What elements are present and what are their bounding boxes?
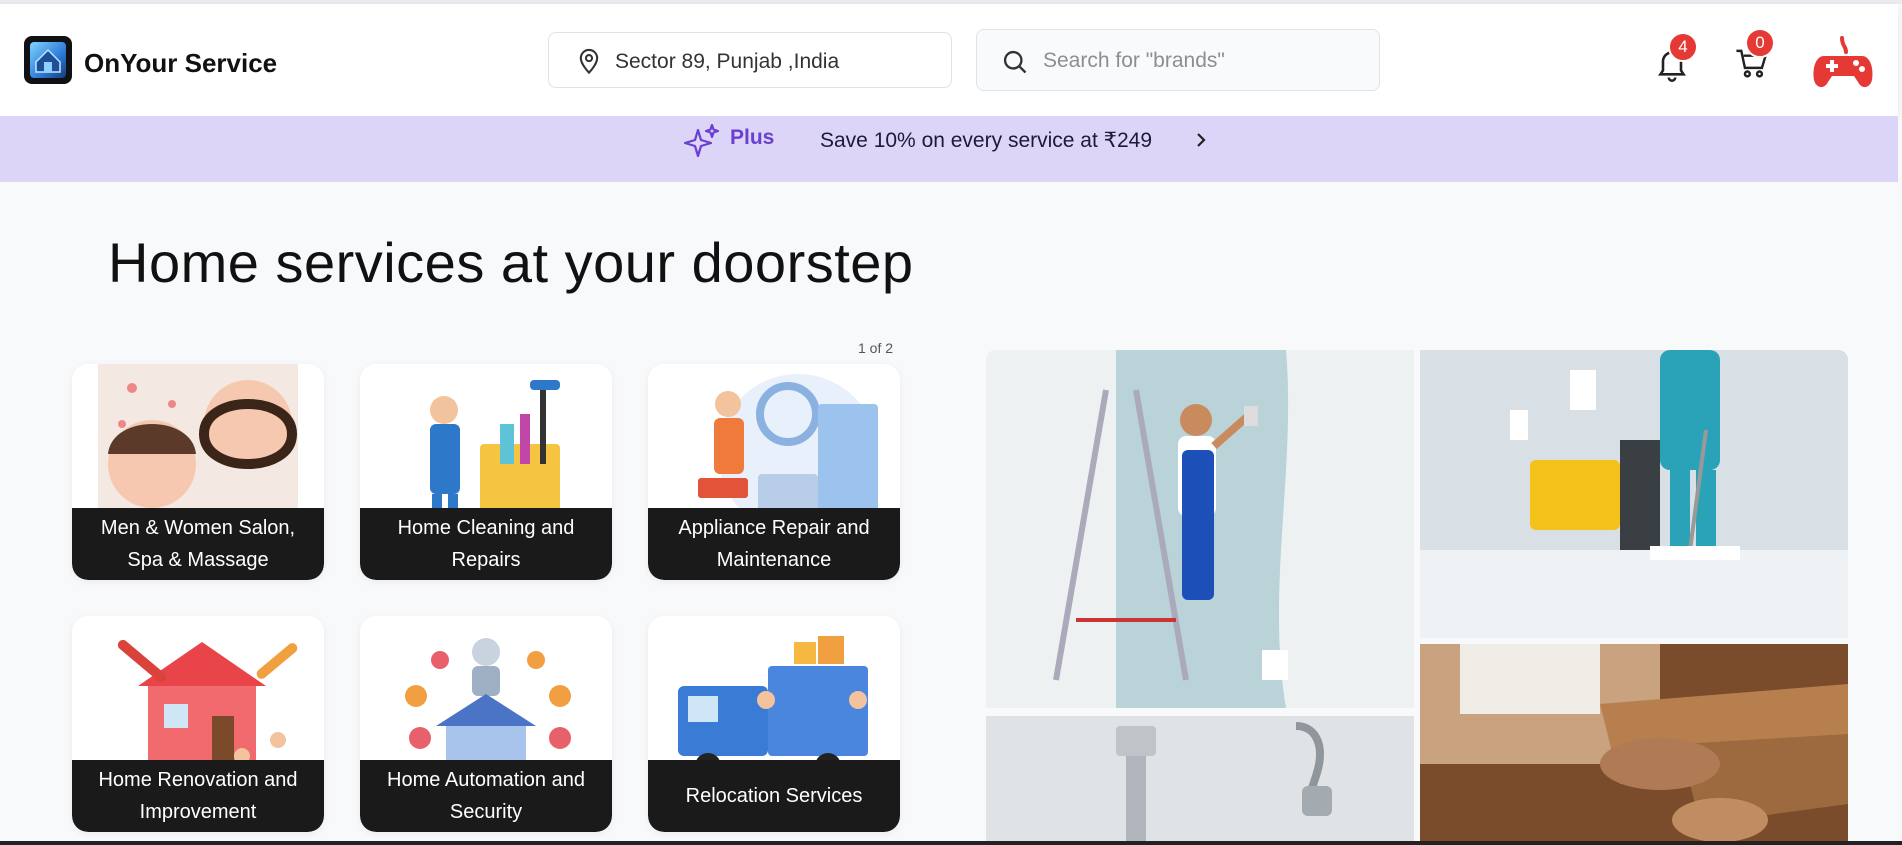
category-label: Home Renovation and Improvement xyxy=(72,760,324,832)
notification-count-badge: 4 xyxy=(1668,32,1698,62)
page-title: Home services at your doorstep xyxy=(108,231,914,294)
sparkle-icon xyxy=(683,123,720,158)
cleaner-photo[interactable] xyxy=(1420,350,1848,638)
search-input[interactable] xyxy=(1043,44,1363,78)
bottom-border xyxy=(0,841,1902,845)
search-box[interactable] xyxy=(976,29,1380,91)
chevron-right-icon[interactable] xyxy=(1190,128,1212,152)
brand-name[interactable]: OnYour Service xyxy=(84,48,277,79)
location-text: Sector 89, Punjab ,India xyxy=(615,50,840,73)
plus-promo-banner[interactable]: Plus Save 10% on every service at ₹249 xyxy=(0,116,1898,182)
search-icon xyxy=(1003,50,1027,74)
carousel-pager: 1 of 2 xyxy=(858,340,894,356)
promo-text: Save 10% on every service at ₹249 xyxy=(820,129,1153,152)
category-label: Home Cleaning and Repairs xyxy=(360,508,612,580)
category-label: Men & Women Salon, Spa & Massage xyxy=(72,508,324,580)
gamepad-icon[interactable] xyxy=(1812,34,1874,92)
category-card-relocation[interactable]: Relocation Services xyxy=(648,616,900,832)
location-pin-icon xyxy=(579,48,599,75)
category-card-salon[interactable]: Men & Women Salon, Spa & Massage xyxy=(72,364,324,580)
category-card-appliance[interactable]: Appliance Repair and Maintenance xyxy=(648,364,900,580)
category-label: Relocation Services xyxy=(648,760,900,832)
category-label: Appliance Repair and Maintenance xyxy=(648,508,900,580)
logo-house-icon xyxy=(30,42,66,78)
plus-label: Plus xyxy=(730,126,775,149)
brand-logo[interactable] xyxy=(24,36,72,84)
category-card-cleaning[interactable]: Home Cleaning and Repairs xyxy=(360,364,612,580)
category-card-automation[interactable]: Home Automation and Security xyxy=(360,616,612,832)
location-selector[interactable]: Sector 89, Punjab ,India xyxy=(548,32,952,88)
app-header: OnYour Service Sector 89, Punjab ,India … xyxy=(0,4,1898,116)
cart-count-badge: 0 xyxy=(1745,28,1775,58)
carpentry-photo[interactable] xyxy=(1420,644,1848,845)
category-label: Home Automation and Security xyxy=(360,760,612,832)
painter-photo[interactable] xyxy=(986,350,1414,708)
category-card-renovation[interactable]: Home Renovation and Improvement xyxy=(72,616,324,832)
plumbing-photo[interactable] xyxy=(986,716,1414,845)
